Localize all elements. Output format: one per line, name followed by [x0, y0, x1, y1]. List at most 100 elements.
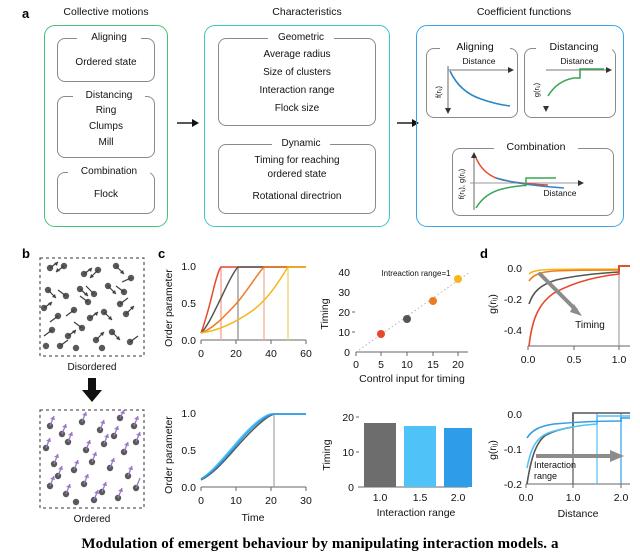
- scatter-yticks: [352, 311, 355, 333]
- chart-d-bottom: 0.0 -0.1 -0.2 g(rᵢⱼ) 0.0 1.0 2.0 Distanc…: [487, 409, 630, 520]
- scatter-xtick-3: 15: [427, 359, 439, 371]
- group-geometric-box: Average radius Size of clusters Interact…: [218, 38, 376, 126]
- group-distancing-item-1: Clumps: [89, 121, 123, 132]
- d-top-xtick-1: 0.5: [567, 354, 582, 366]
- bar-1: [404, 426, 436, 487]
- scatter-xtick-labels: 0 5 10 15 20: [353, 359, 464, 371]
- geometric-item-2: Interaction range: [259, 85, 335, 96]
- d-top-ytick-1: -0.2: [504, 294, 522, 306]
- chart-c-right-bottom: 20 10 0 Timing 1.0 1.5 2.0 Interaction r…: [321, 412, 472, 519]
- c-bottom-series-1: [200, 413, 306, 480]
- scatter-xlabel: Control input for timing: [359, 373, 465, 385]
- arrow-collective-to-characteristics: [177, 119, 199, 127]
- d-top-xtick-2: 1.0: [612, 354, 627, 366]
- group-aligning-label: Aligning: [77, 32, 141, 43]
- ordered-agents: [42, 414, 140, 506]
- c-top-ytick-labels: 1.0 0.5 0.0: [181, 261, 196, 347]
- scatter-xtick-4: 20: [452, 359, 464, 371]
- scatter-point-3: [454, 275, 462, 283]
- c-top-xticks: [200, 340, 307, 344]
- coef-distancing-ylabel: g(rᵢⱼ): [532, 82, 541, 97]
- coef-aligning-ylabel: f(rᵢⱼ): [434, 85, 443, 98]
- scatter-point-1: [403, 315, 411, 323]
- chart-d-top: 0.0 -0.2 -0.4 g(rᵢⱼ) 0.0 0.5 1.0 Timing: [487, 263, 630, 366]
- d-bottom-ytick-1: -0.1: [504, 444, 522, 456]
- scatter-ytick-2: 20: [338, 307, 350, 319]
- scatter-xtick-1: 5: [378, 359, 384, 371]
- d-bottom-ytick-labels: 0.0 -0.1 -0.2: [504, 409, 522, 491]
- c-top-xtick-2: 40: [265, 348, 277, 360]
- bar-ytick-2: 20: [342, 412, 354, 424]
- d-bottom-xtick-1: 1.0: [566, 492, 581, 504]
- scatter-ytick-labels: 40 30 20 10 0: [338, 267, 350, 359]
- figure-root: a Collective motions Characteristics Coe…: [0, 0, 640, 560]
- coef-combination-plot: Distance f(rᵢⱼ), g(rᵢⱼ): [457, 152, 584, 210]
- d-bottom-xlabel: Distance: [558, 508, 599, 520]
- panel-letter-b: b: [22, 246, 30, 261]
- scatter-trendline: [358, 271, 471, 351]
- transition-down-arrow: [82, 378, 102, 402]
- c-top-ytick-1: 0.5: [181, 298, 196, 310]
- c-bottom-ylabel: Order parameter: [163, 416, 175, 494]
- c-top-xtick-1: 20: [230, 348, 242, 360]
- scatter-point-0: [377, 330, 385, 338]
- c-bottom-xtick-2: 20: [265, 495, 277, 507]
- d-top-ytick-2: -0.4: [504, 325, 522, 337]
- d-bottom-series-2: [526, 417, 630, 439]
- c-bottom-xtick-labels: 0 10 20 30: [198, 495, 312, 507]
- column-title-collective: Collective motions: [63, 6, 149, 18]
- bar-xlabel: Interaction range: [377, 507, 456, 519]
- c-bottom-xtick-3: 30: [300, 495, 312, 507]
- scatter-annotation: Intreaction range=1: [381, 269, 451, 278]
- d-bottom-xtick-0: 0.0: [519, 492, 534, 504]
- c-bottom-ytick-2: 1.0: [181, 408, 196, 420]
- scatter-ytick-3: 30: [338, 287, 350, 299]
- geometric-item-1: Size of clusters: [263, 67, 331, 78]
- geometric-item-0: Average radius: [263, 49, 331, 60]
- c-bottom-xtick-0: 0: [198, 495, 204, 507]
- panel-b-top-caption: Disordered: [68, 362, 117, 373]
- d-bottom-ytick-2: -0.2: [504, 479, 522, 491]
- c-bottom-ytick-0: 0.0: [181, 482, 196, 494]
- group-distancing-item-0: Ring: [95, 105, 117, 116]
- chart-c-right-top: 40 30 20 10 0 Timing Intreaction range=1…: [319, 267, 471, 385]
- d-bottom-xtick-2: 2.0: [614, 492, 629, 504]
- group-combination-box: Flock: [57, 172, 155, 214]
- c-top-xtick-labels: 0 20 40 60: [198, 348, 312, 360]
- c-bottom-ytick-1: 0.5: [181, 445, 196, 457]
- c-top-xtick-0: 0: [198, 348, 204, 360]
- bar-ytick-0: 0: [348, 482, 354, 494]
- d-bottom-ytick-0: 0.0: [507, 409, 522, 421]
- scatter-ytick-4: 40: [338, 267, 350, 279]
- d-top-xtick-labels: 0.0 0.5 1.0: [521, 354, 627, 366]
- bar-yticks: [356, 416, 359, 453]
- chart-c-top: 1.0 0.5 0.0 Order parameter 0 20 40 60: [163, 261, 312, 360]
- dynamic-item-0: Timing for reaching: [254, 155, 340, 166]
- bar-xtick-1: 1.5: [413, 492, 428, 504]
- bar-xtick-0: 1.0: [373, 492, 388, 504]
- c-top-ytick-2: 1.0: [181, 261, 196, 273]
- bar-ytick-1: 10: [342, 447, 354, 459]
- coef-combination-xlabel: Distance: [543, 188, 576, 198]
- panel-letter-a: a: [22, 6, 30, 21]
- column-title-coefficient: Coefficient functions: [476, 6, 572, 18]
- d-top-ytick-0: 0.0: [507, 263, 522, 275]
- scatter-xtick-2: 10: [401, 359, 413, 371]
- c-bottom-xticks: [200, 487, 307, 491]
- group-combination-item-0: Flock: [94, 189, 118, 200]
- d-top-annotation: Timing: [575, 320, 605, 331]
- coef-distancing-plot: Distance g(rᵢⱼ): [532, 56, 612, 112]
- group-distancing-label: Distancing: [73, 90, 145, 101]
- bar-xtick-2: 2.0: [451, 492, 466, 504]
- group-dynamic-label: Dynamic: [272, 138, 330, 149]
- geometric-item-3: Flock size: [274, 103, 320, 114]
- d-bottom-xtick-labels: 0.0 1.0 2.0: [519, 492, 629, 504]
- figure-caption: Modulation of emergent behaviour by mani…: [81, 536, 559, 552]
- scatter-xtick-0: 0: [353, 359, 359, 371]
- d-top-xtick-0: 0.0: [521, 354, 536, 366]
- d-bottom-xticks: [525, 484, 622, 488]
- coef-aligning-plot: Distance f(rᵢⱼ): [434, 56, 514, 114]
- group-distancing-box: Ring Clumps Mill: [57, 96, 155, 158]
- panel-b-swarm-plots: Disordered Ordered: [39, 257, 145, 525]
- coef-distancing-xlabel: Distance: [560, 56, 593, 66]
